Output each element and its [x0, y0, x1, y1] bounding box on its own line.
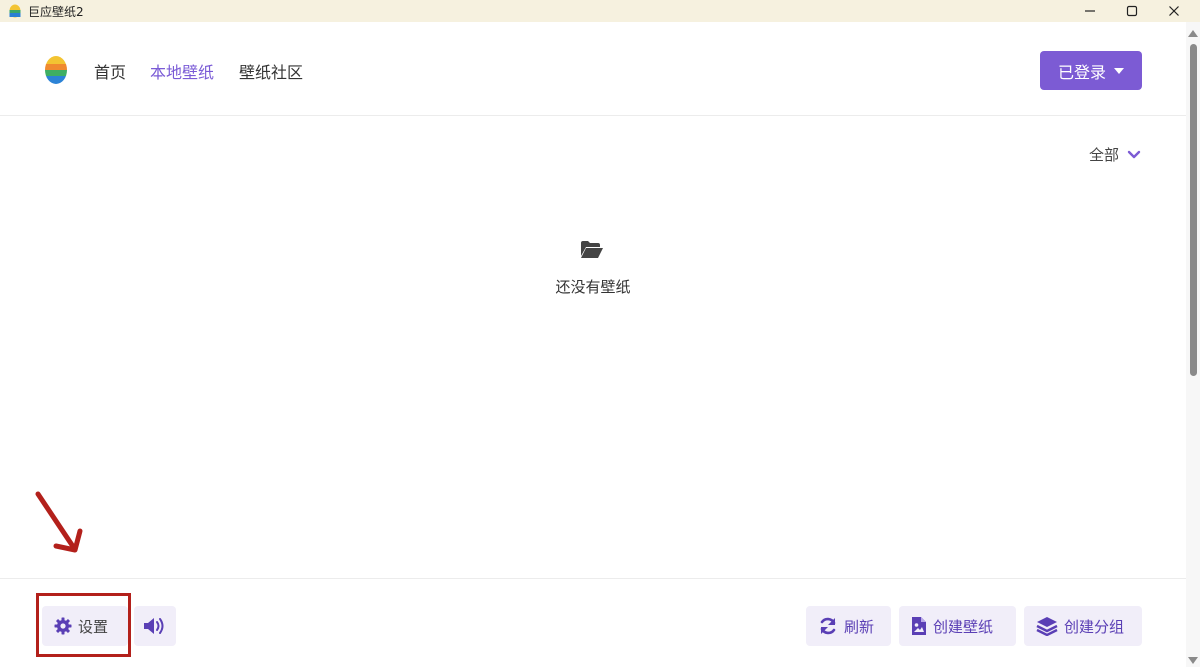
title-bar: 巨应壁纸2: [0, 0, 1200, 22]
app-logo-icon: [9, 4, 21, 18]
annotation-highlight-box: [36, 593, 131, 657]
scrollbar-thumb[interactable]: [1190, 44, 1197, 376]
annotation-arrow-icon: [35, 491, 83, 553]
scroll-down-arrow-icon[interactable]: [1188, 657, 1198, 664]
folder-open-icon: [581, 241, 603, 258]
layers-icon: [1036, 617, 1058, 636]
create-wallpaper-label: 创建壁纸: [933, 617, 994, 636]
app-header: 首页 本地壁纸 壁纸社区 已登录: [0, 22, 1186, 116]
app-logo-icon: [45, 56, 67, 84]
nav-home[interactable]: 首页: [94, 59, 126, 83]
refresh-label: 刷新: [844, 617, 875, 636]
create-wallpaper-button[interactable]: 创建壁纸: [899, 606, 1016, 646]
minimize-button[interactable]: [1068, 0, 1112, 22]
scroll-up-arrow-icon[interactable]: [1188, 30, 1198, 37]
chevron-down-icon: [1127, 150, 1141, 158]
filter-selected-label: 全部: [1089, 146, 1120, 164]
footer-toolbar: 设置 刷新 创建壁纸 创建分组: [0, 578, 1186, 668]
login-status-label: 已登录: [1057, 62, 1106, 82]
close-icon: [1169, 6, 1179, 16]
maximize-icon: [1126, 5, 1138, 17]
caret-down-icon: [1114, 67, 1124, 74]
category-filter-dropdown[interactable]: 全部: [1089, 144, 1141, 165]
refresh-icon: [820, 617, 836, 635]
empty-state-text: 还没有壁纸: [555, 278, 631, 296]
window-title: 巨应壁纸2: [28, 4, 84, 19]
maximize-button[interactable]: [1110, 0, 1154, 22]
sound-toggle-button[interactable]: [134, 606, 176, 646]
nav-local-wallpaper[interactable]: 本地壁纸: [150, 59, 214, 83]
minimize-icon: [1085, 10, 1095, 12]
create-group-label: 创建分组: [1064, 617, 1125, 636]
volume-icon: [144, 618, 164, 634]
image-file-icon: [912, 617, 926, 635]
refresh-button[interactable]: 刷新: [806, 606, 891, 646]
login-status-button[interactable]: 已登录: [1040, 51, 1142, 90]
close-button[interactable]: [1152, 0, 1196, 22]
create-group-button[interactable]: 创建分组: [1024, 606, 1142, 646]
nav-wallpaper-community[interactable]: 壁纸社区: [239, 59, 303, 83]
